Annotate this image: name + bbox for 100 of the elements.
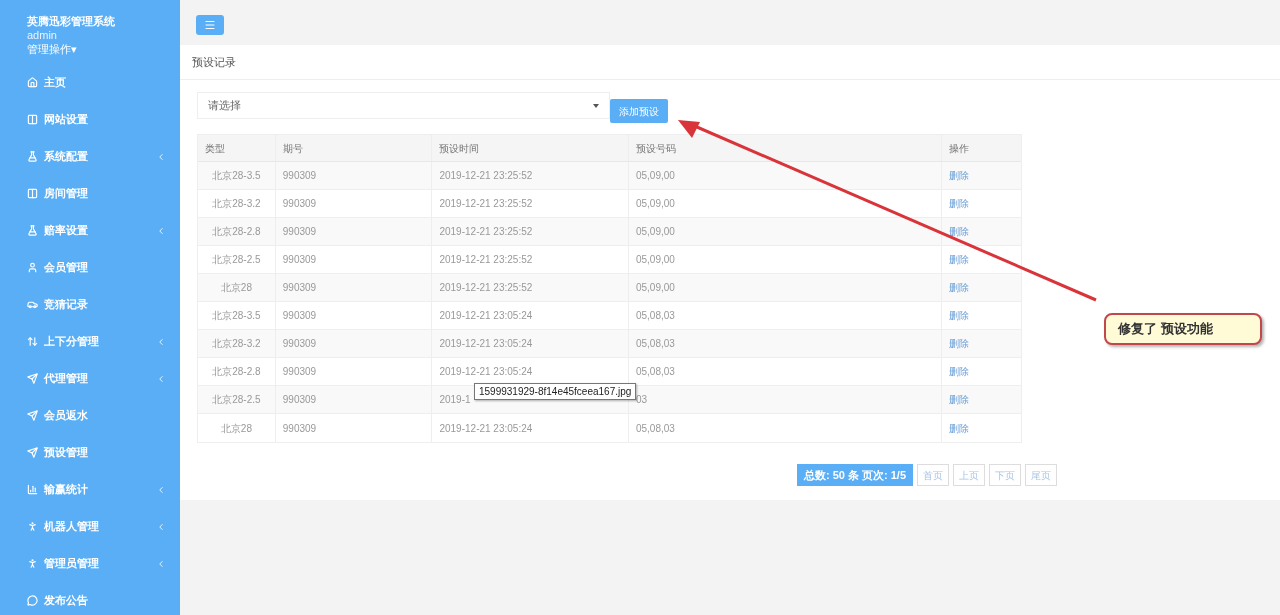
table-cell-text: 北京28-3.5 bbox=[212, 309, 261, 323]
table-cell-text: 990309 bbox=[282, 197, 317, 211]
up-down-arrow-icon bbox=[27, 336, 38, 347]
chevron-icon bbox=[156, 521, 166, 532]
table-cell-text: 北京28-2.5 bbox=[212, 393, 261, 407]
sidebar-item[interactable]: 房间管理 bbox=[27, 175, 166, 212]
delete-link[interactable]: 删除 bbox=[949, 280, 970, 295]
column-header: 操作 bbox=[949, 141, 970, 156]
sidebar-item[interactable]: 主页 bbox=[27, 64, 166, 101]
menu-icon bbox=[204, 19, 216, 31]
column-header: 类型 bbox=[205, 141, 225, 156]
car-icon bbox=[27, 299, 38, 310]
table-cell-text: 2019-12-21 23:05:24 bbox=[439, 421, 533, 436]
delete-link[interactable]: 删除 bbox=[949, 252, 970, 267]
annotation-callout: 修复了 预设功能 bbox=[1104, 313, 1262, 345]
table-cell-text: 北京28-2.8 bbox=[212, 365, 261, 379]
home-icon bbox=[27, 77, 38, 88]
chat-bubble-icon bbox=[27, 595, 38, 606]
sidebar-item[interactable]: 管理员管理 bbox=[27, 545, 166, 582]
table-cell-text: 北京28-2.5 bbox=[212, 253, 261, 267]
table-cell-text: 05,08,03 bbox=[635, 309, 675, 323]
chevron-icon bbox=[156, 484, 166, 495]
table-cell-text: 990309 bbox=[282, 365, 317, 379]
table-cell-text: 05,09,00 bbox=[635, 169, 675, 183]
column-header: 预设号码 bbox=[635, 141, 676, 156]
flask-icon bbox=[27, 225, 38, 236]
table-cell-text: 05,09,00 bbox=[635, 253, 675, 267]
table-cell-text: 990309 bbox=[282, 253, 317, 267]
chevron-icon bbox=[156, 151, 166, 162]
table-cell-text: 北京28-3.2 bbox=[212, 197, 261, 211]
sidebar-item[interactable]: 代理管理 bbox=[27, 360, 166, 397]
delete-link[interactable]: 删除 bbox=[949, 392, 970, 407]
columns-icon bbox=[27, 114, 38, 125]
page-button[interactable]: 下页 bbox=[989, 464, 1021, 486]
table-cell-text: 2019-12-21 23:25:52 bbox=[439, 281, 533, 295]
table-cell-text: 05,08,03 bbox=[635, 421, 675, 436]
table-cell-text: 2019-1 bbox=[439, 393, 471, 407]
columns-icon bbox=[27, 188, 38, 199]
paper-plane-icon bbox=[27, 410, 38, 421]
flask-icon bbox=[27, 151, 38, 162]
table-cell-text: 990309 bbox=[282, 309, 317, 323]
table-cell-text: 990309 bbox=[282, 337, 317, 351]
panel-title: 预设记录 bbox=[192, 54, 236, 70]
delete-link[interactable]: 删除 bbox=[949, 224, 970, 239]
person-icon bbox=[27, 521, 38, 532]
table-cell-text: 03 bbox=[635, 393, 648, 407]
delete-link[interactable]: 删除 bbox=[949, 308, 970, 323]
delete-link[interactable]: 删除 bbox=[949, 420, 970, 436]
sidebar-item[interactable]: 会员返水 bbox=[27, 397, 166, 434]
menu-toggle-button[interactable] bbox=[196, 15, 224, 35]
sidebar-item[interactable]: 输赢统计 bbox=[27, 471, 166, 508]
user-menu[interactable]: 管理操作▾ bbox=[27, 42, 166, 56]
page-button[interactable]: 首页 bbox=[917, 464, 949, 486]
person-icon bbox=[27, 558, 38, 569]
page-button[interactable]: 上页 bbox=[953, 464, 985, 486]
dropdown-caret-icon bbox=[593, 103, 599, 108]
system-title: 英腾迅彩管理系统 bbox=[27, 14, 116, 28]
table-cell-text: 990309 bbox=[282, 281, 317, 295]
sidebar-item[interactable]: 机器人管理 bbox=[27, 508, 166, 545]
pagination-summary: 总数: 50 条 页次: 1/5 bbox=[796, 464, 913, 486]
table-cell-text: 05,09,00 bbox=[635, 225, 675, 239]
table-cell-text: 990309 bbox=[282, 393, 317, 407]
table-cell-text: 990309 bbox=[282, 421, 317, 436]
delete-link[interactable]: 删除 bbox=[949, 336, 970, 351]
user-icon bbox=[27, 262, 38, 273]
sidebar-item[interactable]: 上下分管理 bbox=[27, 323, 166, 360]
table-cell-text: 2019-12-21 23:05:24 bbox=[439, 309, 533, 323]
page-button[interactable]: 尾页 bbox=[1025, 464, 1057, 486]
sidebar-item[interactable]: 网站设置 bbox=[27, 101, 166, 138]
chevron-icon bbox=[156, 373, 166, 384]
sidebar-item[interactable]: 会员管理 bbox=[27, 249, 166, 286]
table-cell-text: 北京28 bbox=[220, 281, 252, 295]
delete-link[interactable]: 删除 bbox=[949, 168, 970, 183]
sidebar-item[interactable]: 赔率设置 bbox=[27, 212, 166, 249]
table-cell-text: 2019-12-21 23:25:52 bbox=[439, 169, 533, 183]
table-cell-text: 05,09,00 bbox=[635, 281, 675, 295]
paper-plane-icon bbox=[27, 447, 38, 458]
table-cell-text: 北京28-3.2 bbox=[212, 337, 261, 351]
table-cell-text: 北京28-3.5 bbox=[212, 169, 261, 183]
delete-link[interactable]: 删除 bbox=[949, 364, 970, 379]
tooltip: 1599931929-8f14e45fceea167.jpg bbox=[474, 383, 637, 400]
sidebar-item[interactable]: 预设管理 bbox=[27, 434, 166, 471]
chevron-icon bbox=[156, 225, 166, 236]
column-header: 期号 bbox=[282, 141, 303, 156]
paper-plane-icon bbox=[27, 373, 38, 384]
table-cell-text: 2019-12-21 23:05:24 bbox=[439, 365, 533, 379]
sidebar-item[interactable]: 竞猜记录 bbox=[27, 286, 166, 323]
table-cell-text: 05,08,03 bbox=[635, 365, 675, 379]
table-cell-text: 2019-12-21 23:25:52 bbox=[439, 197, 533, 211]
table-cell-text: 2019-12-21 23:25:52 bbox=[439, 225, 533, 239]
username: admin bbox=[27, 28, 58, 42]
bar-chart-icon bbox=[27, 484, 38, 495]
sidebar-item[interactable]: 系统配置 bbox=[27, 138, 166, 175]
add-preset-button[interactable]: 添加预设 bbox=[610, 99, 668, 123]
table-cell-text: 北京28 bbox=[220, 421, 252, 436]
delete-link[interactable]: 删除 bbox=[949, 196, 970, 211]
table-cell-text: 2019-12-21 23:05:24 bbox=[439, 337, 533, 351]
select-field[interactable]: 请选择 bbox=[197, 92, 610, 119]
sidebar-item[interactable]: 发布公告 bbox=[27, 582, 166, 615]
chevron-icon bbox=[156, 558, 166, 569]
